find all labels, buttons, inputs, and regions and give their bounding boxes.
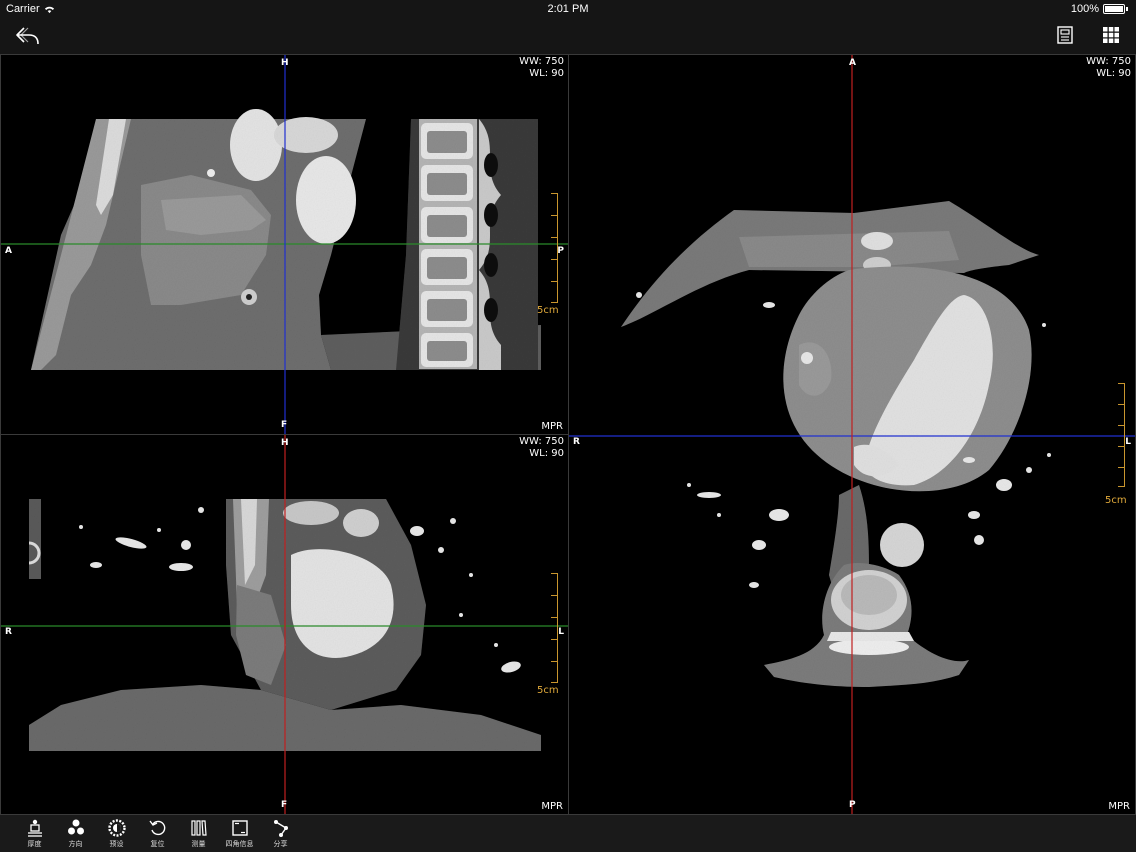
window-level: WL: 90 bbox=[529, 68, 564, 79]
corner-info-icon bbox=[231, 820, 248, 836]
viewport-sagittal[interactable]: WW: 750 WL: 90 H F A P 5cm MPR bbox=[0, 54, 569, 435]
axial-ct-image bbox=[569, 55, 1135, 814]
scale-bar bbox=[1117, 383, 1125, 487]
grid-layout-icon bbox=[1103, 27, 1119, 43]
nav-bar bbox=[0, 18, 1136, 54]
scale-label: 5cm bbox=[537, 305, 559, 316]
wifi-icon bbox=[44, 6, 54, 13]
tool-label: 四角信息 bbox=[225, 840, 254, 848]
scale-label: 5cm bbox=[1105, 495, 1127, 506]
window-width: WW: 750 bbox=[519, 436, 564, 447]
series-list-icon bbox=[1057, 26, 1073, 44]
scale-bar bbox=[550, 573, 558, 683]
share-button[interactable]: 分享 bbox=[260, 815, 301, 852]
bottom-toolbar: 厚度 方向 预设 复位 测量 四角信息 分享 bbox=[0, 815, 1136, 852]
carrier-label: Carrier bbox=[6, 3, 40, 15]
orientation-top: A bbox=[849, 58, 856, 68]
orientation-bottom: F bbox=[281, 420, 288, 430]
preset-icon bbox=[107, 819, 126, 837]
share-icon bbox=[273, 820, 288, 837]
tool-label: 方向 bbox=[68, 840, 83, 848]
orientation-left: A bbox=[5, 246, 12, 256]
window-level: WL: 90 bbox=[529, 448, 564, 459]
carrier: Carrier bbox=[6, 3, 55, 15]
measure-icon bbox=[190, 820, 207, 836]
tool-label: 测量 bbox=[191, 840, 206, 848]
reset-button[interactable]: 复位 bbox=[137, 815, 178, 852]
orientation-right: L bbox=[1125, 437, 1131, 447]
orientation-left: R bbox=[5, 627, 12, 637]
tool-label: 复位 bbox=[150, 840, 165, 848]
battery-label: 100% bbox=[1070, 3, 1099, 15]
series-list-button[interactable] bbox=[1054, 24, 1076, 46]
tool-label: 预设 bbox=[109, 840, 124, 848]
corner-info-button[interactable]: 四角信息 bbox=[219, 815, 260, 852]
tool-label: 厚度 bbox=[27, 840, 42, 848]
back-button[interactable] bbox=[14, 23, 42, 49]
window-level: WL: 90 bbox=[1096, 68, 1131, 79]
viewport-mode-label: MPR bbox=[541, 421, 563, 432]
orientation-bottom: F bbox=[281, 800, 288, 810]
battery-icon bbox=[1103, 4, 1125, 14]
tool-label: 分享 bbox=[273, 840, 288, 848]
battery: 100% bbox=[1071, 3, 1128, 15]
measure-button[interactable]: 测量 bbox=[178, 815, 219, 852]
orientation-icon bbox=[67, 819, 84, 835]
status-bar: Carrier 2:01 PM 100% bbox=[0, 0, 1136, 18]
orientation-button[interactable]: 方向 bbox=[55, 815, 96, 852]
window-width: WW: 750 bbox=[519, 56, 564, 67]
reset-icon bbox=[148, 820, 165, 836]
viewport-mode-label: MPR bbox=[1108, 801, 1130, 812]
sagittal-ct-image bbox=[1, 55, 568, 434]
scale-label: 5cm bbox=[537, 685, 559, 696]
orientation-bottom: P bbox=[849, 800, 856, 810]
status-time: 2:01 PM bbox=[547, 3, 589, 15]
thickness-icon bbox=[27, 819, 42, 837]
coronal-ct-image bbox=[1, 435, 568, 814]
scale-bar bbox=[550, 193, 558, 303]
window-level-info: WW: 750 WL: 90 bbox=[519, 56, 564, 80]
orientation-left: R bbox=[573, 437, 580, 447]
back-arrow-icon bbox=[16, 27, 39, 45]
window-level-info: WW: 750 WL: 90 bbox=[519, 436, 564, 460]
layout-button[interactable] bbox=[1100, 24, 1122, 46]
viewport-mode-label: MPR bbox=[541, 801, 563, 812]
orientation-top: H bbox=[281, 58, 289, 68]
thickness-button[interactable]: 厚度 bbox=[14, 815, 55, 852]
preset-button[interactable]: 预设 bbox=[96, 815, 137, 852]
window-level-info: WW: 750 WL: 90 bbox=[1086, 56, 1131, 80]
viewport-axial[interactable]: WW: 750 WL: 90 A P R L 5cm MPR bbox=[568, 54, 1136, 815]
window-width: WW: 750 bbox=[1086, 56, 1131, 67]
orientation-top: H bbox=[281, 438, 289, 448]
viewport-coronal[interactable]: WW: 750 WL: 90 H F R L 5cm MPR bbox=[0, 434, 569, 815]
orientation-right: P bbox=[557, 246, 564, 256]
orientation-right: L bbox=[558, 627, 564, 637]
